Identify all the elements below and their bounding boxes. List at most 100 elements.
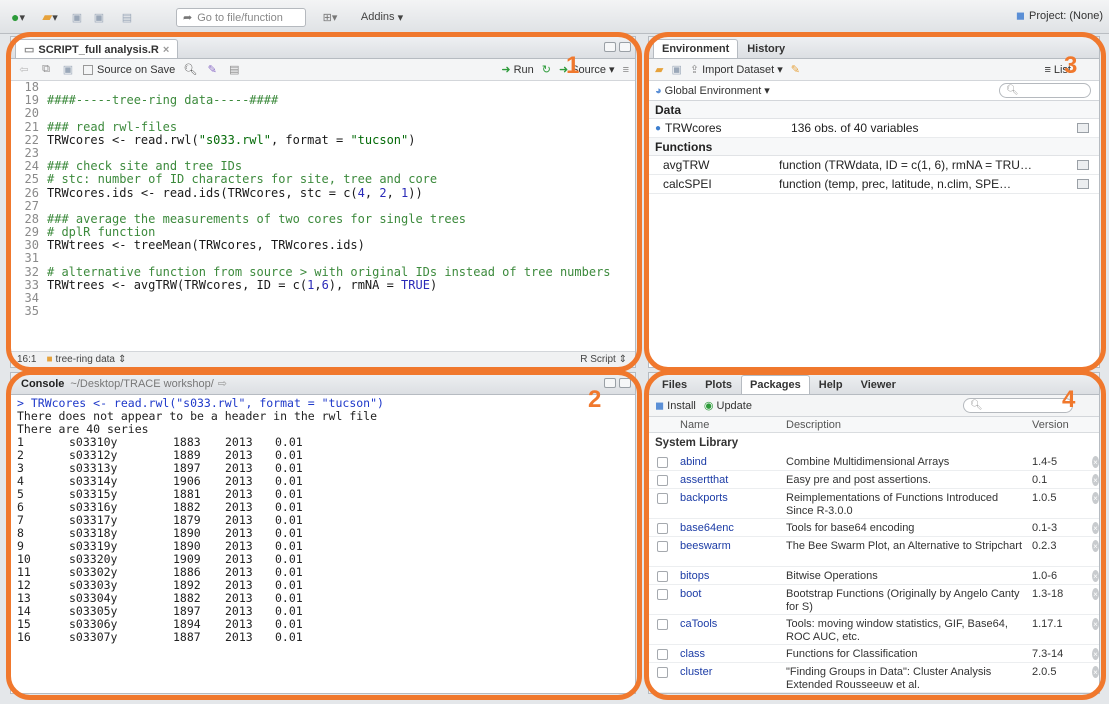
package-description: Reimplementations of Functions Introduce… [786, 492, 999, 517]
environment-row[interactable]: calcSPEI function (temp, prec, latitude, … [649, 175, 1099, 194]
view-data-icon[interactable] [1077, 123, 1089, 133]
remove-package-icon[interactable]: × [1092, 588, 1099, 600]
compile-report-icon[interactable]: ▤ [227, 63, 241, 77]
code-line[interactable]: 19 ####-----tree-ring data-----#### [11, 93, 635, 107]
code-line[interactable]: 30 TRWtrees <- treeMean(TRWcores, TRWcore… [11, 239, 635, 252]
rerun-icon[interactable]: ↻ [542, 63, 551, 76]
new-file-icon[interactable]: ● ▾ [6, 8, 30, 26]
package-name-link[interactable]: backports [680, 492, 786, 504]
tab-plots[interactable]: Plots [696, 375, 741, 394]
remove-package-icon[interactable]: × [1092, 522, 1099, 534]
view-function-icon[interactable] [1077, 160, 1089, 170]
column-name[interactable]: Name [680, 419, 786, 431]
package-load-checkbox[interactable] [657, 457, 668, 468]
environment-scope-select[interactable]: ◕ Global Environment ▾ [655, 84, 770, 98]
package-name-link[interactable]: bitops [680, 570, 786, 582]
package-name-link[interactable]: caTools [680, 618, 786, 630]
package-load-checkbox[interactable] [657, 541, 668, 552]
addins-menu[interactable]: Addins ▾ [354, 8, 410, 26]
code-line[interactable]: 27 [11, 199, 635, 213]
remove-package-icon[interactable]: × [1092, 456, 1099, 468]
print-icon[interactable]: ▤ [118, 8, 136, 26]
code-line[interactable]: 20 [11, 107, 635, 120]
view-function-icon[interactable] [1077, 179, 1089, 189]
goto-dir-icon[interactable]: ⇨ [218, 377, 227, 390]
import-dataset-button[interactable]: ⇪ Import Dataset ▾ [689, 63, 783, 77]
source-on-save-checkbox[interactable]: Source on Save [83, 64, 175, 76]
console-output[interactable]: > TRWcores <- read.rwl("s033.rwl", forma… [11, 395, 635, 693]
save-workspace-icon[interactable]: ▣ [671, 63, 681, 76]
pane-window-controls[interactable] [604, 378, 631, 388]
code-line[interactable]: 35 [11, 304, 635, 318]
package-load-checkbox[interactable] [657, 589, 668, 600]
file-type-selector[interactable]: R Script ⇕ [580, 354, 635, 365]
tab-history[interactable]: History [738, 39, 794, 58]
code-line[interactable]: 25 # stc: number of ID characters for sit… [11, 173, 635, 186]
package-name-link[interactable]: beeswarm [680, 540, 786, 552]
project-menu[interactable]: ◼ Project: (None) [1016, 9, 1103, 23]
broom-icon[interactable]: ✎ [791, 63, 800, 76]
column-description[interactable]: Description [786, 419, 1032, 431]
load-workspace-icon[interactable]: ▰ [655, 63, 663, 76]
code-line[interactable]: 33 TRWtrees <- avgTRW(TRWcores, ID = c(1,… [11, 278, 635, 292]
package-load-checkbox[interactable] [657, 649, 668, 660]
run-button[interactable]: ➜ Run [501, 63, 533, 77]
code-line[interactable]: 34 [11, 291, 635, 305]
save-icon[interactable]: ▣ [61, 63, 75, 77]
close-tab-icon[interactable]: × [163, 44, 169, 56]
section-navigator[interactable]: ■ tree-ring data ⇕ [46, 354, 126, 365]
code-tools-icon[interactable]: ✎ [205, 63, 219, 77]
import-icon: ⇪ [689, 64, 700, 76]
remove-package-icon[interactable]: × [1092, 618, 1099, 630]
update-button[interactable]: ◉ Update [704, 399, 752, 413]
install-button[interactable]: ◼ Install [655, 399, 696, 413]
environment-row[interactable]: ● TRWcores 136 obs. of 40 variables [649, 119, 1099, 138]
tab-environment[interactable]: Environment [653, 39, 739, 58]
tab-help[interactable]: Help [810, 375, 852, 394]
show-in-window-icon[interactable]: ⧉ [39, 63, 53, 77]
package-name-link[interactable]: boot [680, 588, 786, 600]
package-load-checkbox[interactable] [657, 571, 668, 582]
back-icon[interactable]: ⇦ [17, 63, 31, 77]
tab-files[interactable]: Files [653, 375, 696, 394]
package-load-checkbox[interactable] [657, 619, 668, 630]
pane-window-controls[interactable] [604, 42, 631, 52]
package-version: 1.4-5 [1032, 456, 1058, 468]
package-name-link[interactable]: class [680, 648, 786, 660]
code-line[interactable]: 31 [11, 252, 635, 265]
package-load-checkbox[interactable] [657, 475, 668, 486]
save-icon[interactable]: ▣ [68, 8, 86, 26]
code-line[interactable]: 26 TRWcores.ids <- read.ids(TRWcores, stc… [11, 186, 635, 200]
tab-viewer[interactable]: Viewer [852, 375, 905, 394]
package-name-link[interactable]: base64enc [680, 522, 786, 534]
package-load-checkbox[interactable] [657, 667, 668, 678]
environment-search-input[interactable]: 🔍︎ [999, 83, 1091, 98]
remove-package-icon[interactable]: × [1092, 570, 1099, 582]
remove-package-icon[interactable]: × [1092, 666, 1099, 678]
open-project-icon[interactable]: ▰ ▾ [36, 8, 64, 26]
environment-scope-bar: ◕ Global Environment ▾ 🔍︎ [649, 81, 1099, 101]
package-load-checkbox[interactable] [657, 493, 668, 504]
package-name-link[interactable]: abind [680, 456, 786, 468]
console-tab[interactable]: Console [21, 378, 64, 390]
save-all-icon[interactable]: ▣ [90, 8, 108, 26]
grid-layout-icon[interactable]: ⊞▾ [316, 8, 344, 26]
remove-package-icon[interactable]: × [1092, 648, 1099, 660]
tab-packages[interactable]: Packages [740, 375, 810, 394]
code-line[interactable]: 22 TRWcores <- read.rwl("s033.rwl", forma… [11, 133, 635, 147]
packages-search-input[interactable]: 🔍︎ [963, 398, 1073, 413]
tab-script[interactable]: ▭ SCRIPT_full analysis.R × [15, 39, 179, 58]
remove-package-icon[interactable]: × [1092, 540, 1099, 552]
search-icon[interactable]: 🔍︎ [183, 63, 197, 77]
code-line[interactable]: 21 ### read rwl-files [11, 120, 635, 134]
column-version[interactable]: Version [1032, 419, 1084, 431]
goto-file-input[interactable]: ➦ Go to file/function [176, 8, 306, 27]
outline-icon[interactable]: ≡ [623, 64, 629, 76]
package-load-checkbox[interactable] [657, 523, 668, 534]
package-name-link[interactable]: cluster [680, 666, 786, 678]
remove-package-icon[interactable]: × [1092, 492, 1099, 504]
package-name-link[interactable]: assertthat [680, 474, 786, 486]
code-editor[interactable]: 18 19 ####-----tree-ring data-----#### 20 21… [11, 81, 635, 351]
remove-package-icon[interactable]: × [1092, 474, 1099, 486]
environment-row[interactable]: avgTRW function (TRWdata, ID = c(1, 6), r… [649, 156, 1099, 175]
